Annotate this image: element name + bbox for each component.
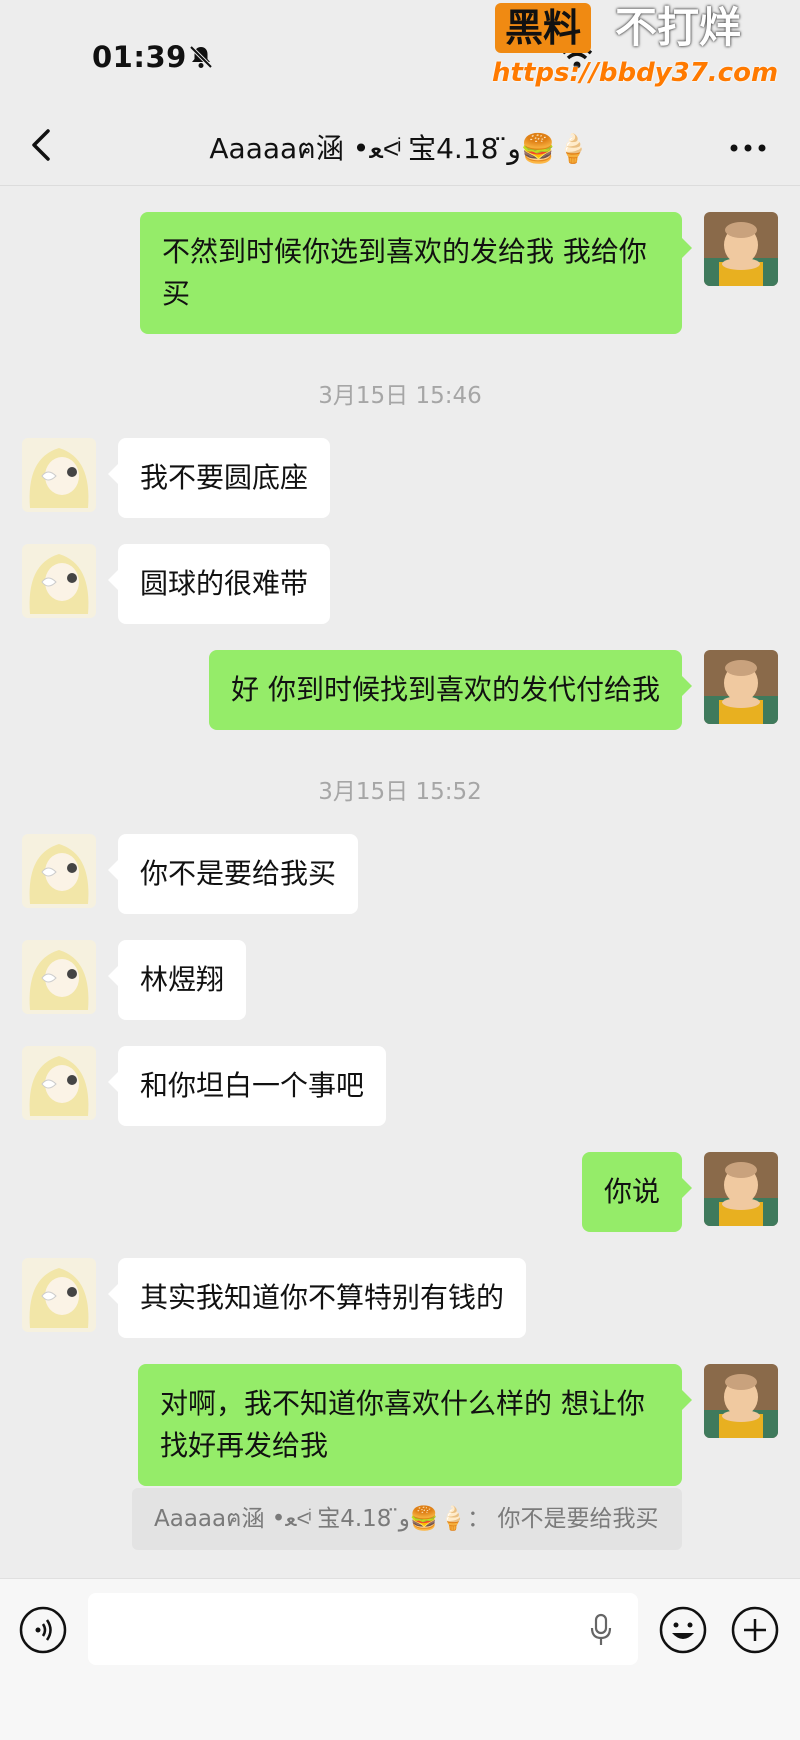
contact-avatar[interactable] [22, 834, 96, 908]
contact-avatar[interactable] [22, 544, 96, 618]
quoted-message[interactable]: Aaaaaฅ涵 •ﻌ<ͥ 宝ﻭ̈ 4.18🍔🍦： 你不是要给我买 [132, 1488, 682, 1550]
emoji-icon[interactable] [658, 1605, 708, 1655]
chat-title: Aaaaaฅ涵 •ﻌ<ͥ 宝ﻭ̈ 4.18🍔🍦 [209, 132, 591, 165]
chat-header: Aaaaaฅ涵 •ﻌ<ͥ 宝ﻭ̈ 4.18🍔🍦 [0, 105, 800, 186]
message-timestamp: 3月15日 15:46 [318, 383, 482, 409]
message-input[interactable] [88, 1593, 638, 1665]
message-bubble-sent[interactable]: 你说 [581, 1152, 693, 1232]
message-bubble-received[interactable]: 我不要圆底座 [107, 438, 331, 518]
contact-avatar[interactable] [22, 940, 96, 1014]
message-bubble-received[interactable]: 林煜翔 [107, 940, 247, 1020]
my-avatar[interactable] [704, 212, 778, 286]
message-bubble-received[interactable]: 和你坦白一个事吧 [107, 1046, 387, 1126]
plus-icon[interactable] [730, 1605, 780, 1655]
my-avatar[interactable] [704, 1152, 778, 1226]
message-bubble-sent[interactable]: 对啊，我不知道你喜欢什么样的 想让你找好再发给我 [138, 1364, 692, 1486]
message-timestamp: 3月15日 15:52 [318, 779, 482, 805]
more-icon[interactable] [728, 139, 768, 158]
watermark-url: https://bbdy37.com [492, 58, 779, 88]
bell-off-icon [188, 44, 214, 74]
my-avatar[interactable] [704, 650, 778, 724]
watermark-brand: 黑料 [495, 3, 592, 53]
message-bubble-received[interactable]: 你不是要给我买 [107, 834, 359, 914]
message-bubble-sent[interactable]: 不然到时候你选到喜欢的发给我 我给你买 [140, 212, 692, 334]
contact-avatar[interactable] [22, 438, 96, 512]
input-bar [0, 1578, 800, 1740]
back-icon[interactable] [22, 123, 62, 167]
watermark-slogan: 不打烊 [615, 3, 742, 52]
status-bar: 01:39 黑料 不打烊 https://bbdy37.com [0, 0, 800, 105]
voice-icon[interactable] [18, 1605, 68, 1655]
contact-avatar[interactable] [22, 1046, 96, 1120]
contact-avatar[interactable] [22, 1258, 96, 1332]
chat-area[interactable]: 不然到时候你选到喜欢的发给我 我给你买 3月15日 15:46 我不要圆底座 圆… [0, 186, 800, 1578]
message-bubble-sent[interactable]: 好 你到时候找到喜欢的发代付给我 [209, 650, 692, 730]
message-bubble-received[interactable]: 其实我知道你不算特别有钱的 [107, 1258, 527, 1338]
message-bubble-received[interactable]: 圆球的很难带 [107, 544, 331, 624]
status-time: 01:39 [92, 40, 187, 74]
mic-icon[interactable] [588, 1613, 614, 1651]
my-avatar[interactable] [704, 1364, 778, 1438]
